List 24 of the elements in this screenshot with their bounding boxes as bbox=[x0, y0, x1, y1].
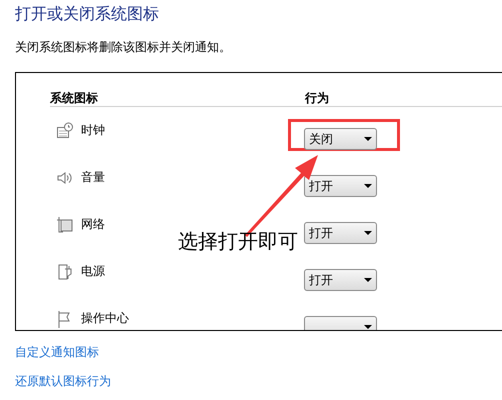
annotation-text: 选择打开即可 bbox=[178, 230, 298, 254]
icon-name: 音量 bbox=[81, 169, 106, 185]
restore-link[interactable]: 还原默认图标行为 bbox=[15, 373, 111, 389]
icon-name: 操作中心 bbox=[81, 310, 130, 326]
icon-name: 网络 bbox=[81, 216, 106, 232]
caret-icon bbox=[364, 137, 372, 141]
behavior-dropdown[interactable]: 打开 bbox=[304, 269, 377, 291]
customize-link[interactable]: 自定义通知图标 bbox=[15, 344, 99, 360]
behavior-dropdown[interactable]: 关闭 bbox=[304, 128, 377, 150]
caret-icon bbox=[364, 231, 372, 235]
description: 关闭系统图标将删除该图标并关闭通知。 bbox=[15, 39, 231, 55]
network-icon bbox=[56, 216, 74, 234]
icon-name: 时钟 bbox=[81, 122, 106, 138]
icon-name: 电源 bbox=[81, 263, 106, 279]
column-header: 系统图标 bbox=[50, 90, 99, 106]
behavior-dropdown[interactable]: 打开 bbox=[304, 222, 377, 244]
page-title: 打开或关闭系统图标 bbox=[15, 5, 159, 25]
behavior-dropdown[interactable]: 打开 bbox=[304, 175, 377, 197]
caret-icon bbox=[364, 278, 372, 282]
column-header: 行为 bbox=[305, 90, 329, 106]
clock-icon bbox=[56, 122, 74, 140]
caret-icon bbox=[364, 184, 372, 188]
power-plug-icon bbox=[56, 263, 74, 281]
speaker-icon bbox=[56, 169, 74, 187]
